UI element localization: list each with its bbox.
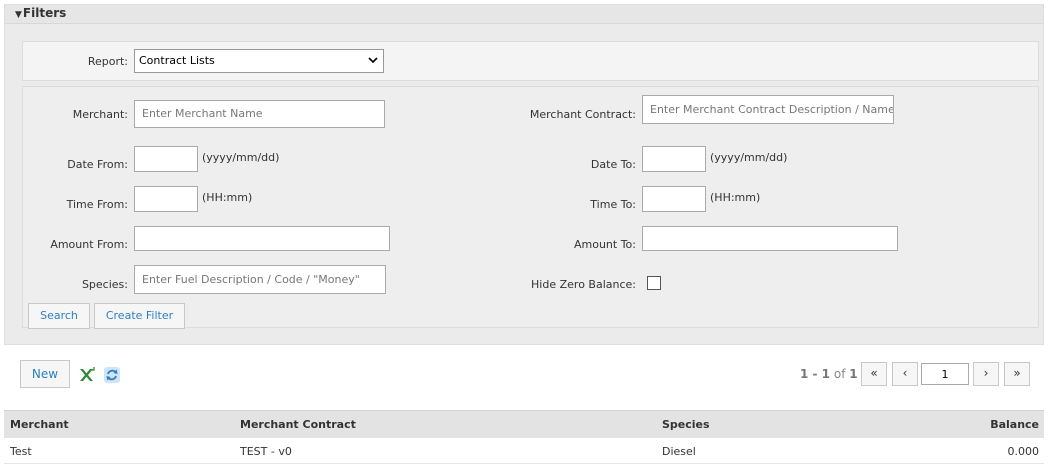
pager-total: 1	[849, 367, 858, 381]
time-to-input[interactable]	[642, 186, 706, 212]
merchant-input[interactable]: Enter Merchant Name	[134, 100, 385, 128]
pager-of: of	[833, 367, 846, 381]
new-button[interactable]: New	[20, 360, 70, 388]
merchant-label: Merchant:	[72, 108, 128, 121]
report-select[interactable]: Contract Lists	[134, 49, 384, 73]
date-from-hint: (yyyy/mm/dd)	[202, 151, 280, 164]
species-input[interactable]: Enter Fuel Description / Code / "Money"	[134, 265, 386, 294]
search-button[interactable]: Search	[28, 303, 90, 329]
report-label: Report:	[87, 55, 128, 68]
filters-title-text: Filters	[22, 6, 67, 20]
hide-zero-balance-label: Hide Zero Balance:	[531, 278, 636, 291]
excel-export-icon[interactable]	[78, 366, 96, 384]
last-page-button[interactable]: »	[1004, 362, 1030, 386]
pager-range: 1 - 1	[800, 367, 831, 381]
report-select-value: Contract Lists	[139, 54, 215, 67]
amount-to-label: Amount To:	[573, 238, 636, 251]
cell-merchant-contract: TEST - v0	[240, 445, 292, 458]
filters-panel: ▼Filters Report: Contract Lists Merchant…	[4, 4, 1044, 345]
merchant-contract-input[interactable]: Enter Merchant Contract Description / Na…	[642, 95, 894, 124]
filters-title[interactable]: ▼Filters	[15, 6, 66, 20]
hide-zero-balance-checkbox[interactable]	[647, 276, 661, 290]
chevron-down-icon	[368, 57, 378, 64]
merchant-contract-label: Merchant Contract:	[529, 108, 636, 121]
prev-page-button[interactable]: ‹	[892, 362, 918, 386]
column-header-balance[interactable]: Balance	[990, 418, 1039, 431]
time-from-label: Time From:	[66, 198, 128, 211]
collapse-triangle-icon[interactable]: ▼	[15, 10, 22, 20]
cell-merchant: Test	[10, 445, 32, 458]
cell-balance: 0.000	[1007, 445, 1040, 458]
next-page-button[interactable]: ›	[973, 362, 999, 386]
column-header-merchant[interactable]: Merchant	[10, 418, 69, 431]
filter-fields-section: Merchant: Enter Merchant Name Date From:…	[22, 86, 1039, 329]
cell-species: Diesel	[662, 445, 696, 458]
table-row[interactable]: Test TEST - v0 Diesel 0.000	[4, 439, 1044, 464]
first-page-button[interactable]: «	[861, 362, 887, 386]
report-section: Report: Contract Lists	[22, 41, 1039, 81]
amount-from-input[interactable]	[134, 226, 390, 251]
page-number-input[interactable]: 1	[921, 363, 969, 385]
filters-header[interactable]: ▼Filters	[5, 5, 1043, 24]
create-filter-button[interactable]: Create Filter	[94, 303, 185, 329]
time-from-hint: (HH:mm)	[202, 191, 253, 204]
column-header-merchant-contract[interactable]: Merchant Contract	[240, 418, 356, 431]
refresh-icon[interactable]	[103, 366, 121, 384]
table-header: Merchant Merchant Contract Species Balan…	[4, 410, 1044, 438]
amount-to-input[interactable]	[642, 226, 898, 251]
species-label: Species:	[81, 278, 128, 291]
date-from-input[interactable]	[134, 146, 198, 172]
time-to-label: Time To:	[590, 198, 636, 211]
pager-info: 1 - 1 of 1	[800, 367, 858, 381]
amount-from-label: Amount From:	[50, 238, 128, 251]
date-to-input[interactable]	[642, 146, 706, 172]
date-from-label: Date From:	[67, 158, 128, 171]
column-header-species[interactable]: Species	[662, 418, 710, 431]
date-to-hint: (yyyy/mm/dd)	[710, 151, 788, 164]
time-to-hint: (HH:mm)	[710, 191, 761, 204]
date-to-label: Date To:	[590, 158, 636, 171]
time-from-input[interactable]	[134, 186, 198, 212]
